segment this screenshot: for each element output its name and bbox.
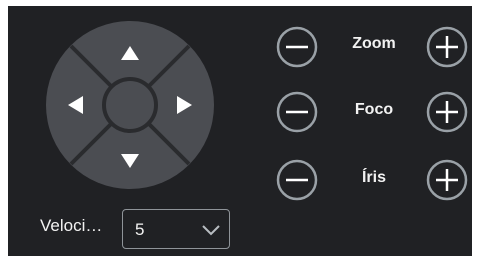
speed-selected-value: 5	[135, 220, 145, 239]
plus-circle-icon	[426, 91, 468, 133]
minus-circle-icon	[276, 159, 318, 201]
focus-plus-button[interactable]	[426, 91, 468, 133]
chevron-down-icon	[202, 225, 220, 236]
minus-circle-icon	[276, 26, 318, 68]
iris-minus-button[interactable]	[276, 159, 318, 201]
focus-label: Foco	[354, 101, 394, 118]
speed-dropdown[interactable]: 5	[122, 209, 230, 249]
dpad-center-button[interactable]	[102, 77, 158, 133]
iris-label: Íris	[361, 169, 386, 186]
plus-circle-icon	[426, 159, 468, 201]
zoom-minus-button[interactable]	[276, 26, 318, 68]
zoom-plus-button[interactable]	[426, 26, 468, 68]
plus-circle-icon	[426, 26, 468, 68]
speed-label: Veloci…	[40, 216, 103, 235]
ptz-control-panel: Zoom Foco Íris Veloci… 5	[0, 0, 478, 262]
iris-plus-button[interactable]	[426, 159, 468, 201]
focus-minus-button[interactable]	[276, 91, 318, 133]
minus-circle-icon	[276, 91, 318, 133]
zoom-label: Zoom	[352, 35, 396, 52]
